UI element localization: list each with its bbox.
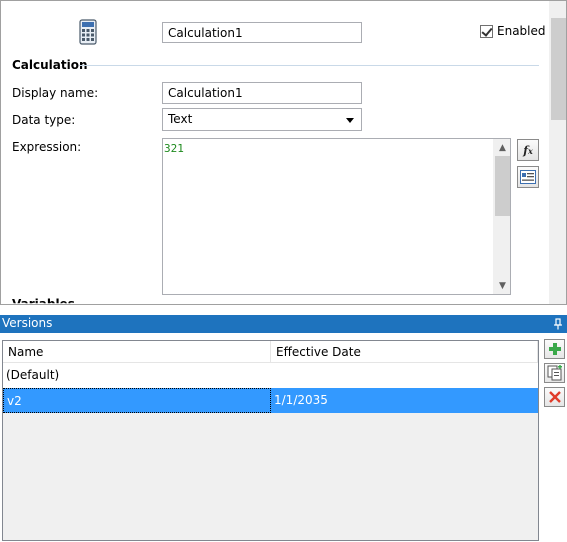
expression-label: Expression: [12, 140, 82, 154]
variables-section-title: Variables [12, 297, 75, 305]
insert-function-button[interactable]: fx [517, 139, 539, 161]
delete-x-icon [548, 391, 561, 403]
versions-panel: Name Effective Date (Default) v2 1/1/203… [0, 333, 567, 542]
data-type-select[interactable]: Text [162, 108, 362, 131]
scroll-thumb[interactable] [495, 156, 510, 216]
scroll-up-icon[interactable]: ▲ [494, 139, 511, 156]
calculation-name-input[interactable]: Calculation1 [162, 22, 362, 43]
properties-scrollbar[interactable] [549, 1, 566, 304]
display-name-input[interactable]: Calculation1 [162, 82, 362, 104]
copy-version-icon [547, 365, 562, 381]
scroll-down-icon[interactable]: ▼ [494, 277, 511, 294]
versions-grid[interactable]: Name Effective Date (Default) v2 1/1/203… [2, 340, 539, 541]
properties-scroll-thumb[interactable] [551, 18, 566, 120]
copy-version-button[interactable] [544, 363, 565, 383]
enabled-toggle[interactable]: Enabled [480, 24, 546, 38]
expression-scrollbar[interactable]: ▲ ▼ [493, 139, 510, 294]
calculator-icon [79, 19, 97, 45]
effective-date-cell[interactable] [271, 363, 538, 388]
column-header-effective-date[interactable]: Effective Date [271, 341, 538, 363]
function-fx-icon: fx [523, 143, 533, 157]
expression-text[interactable]: 321 [164, 142, 184, 155]
grid-header: Name Effective Date [3, 341, 538, 363]
expression-editor[interactable]: 321 ▲ ▼ [162, 138, 511, 295]
section-divider [79, 65, 539, 66]
display-name-label: Display name: [12, 86, 99, 100]
add-plus-icon [548, 343, 561, 355]
properties-panel: Calculation1 Enabled Calculation Display… [0, 0, 567, 305]
data-type-label: Data type: [12, 113, 76, 127]
table-row[interactable]: (Default) [3, 363, 538, 388]
column-header-name[interactable]: Name [3, 341, 271, 363]
versions-title: Versions [2, 316, 53, 330]
effective-date-cell[interactable]: 1/1/2035 [271, 388, 538, 413]
enabled-label: Enabled [497, 24, 546, 38]
version-name-cell[interactable]: v2 [3, 388, 271, 413]
dropdown-arrow-icon [346, 118, 354, 123]
table-row[interactable]: v2 1/1/2035 [3, 388, 538, 413]
enabled-checkbox[interactable] [480, 24, 493, 38]
pin-icon[interactable] [553, 318, 563, 330]
versions-panel-header: Versions [0, 315, 567, 333]
data-type-value: Text [168, 112, 193, 126]
field-picker-icon [520, 170, 536, 184]
delete-version-button[interactable] [544, 387, 565, 407]
version-name-cell[interactable]: (Default) [3, 363, 271, 388]
calculation-section-title: Calculation [12, 58, 88, 72]
insert-field-button[interactable] [517, 166, 539, 188]
add-version-button[interactable] [544, 339, 565, 359]
